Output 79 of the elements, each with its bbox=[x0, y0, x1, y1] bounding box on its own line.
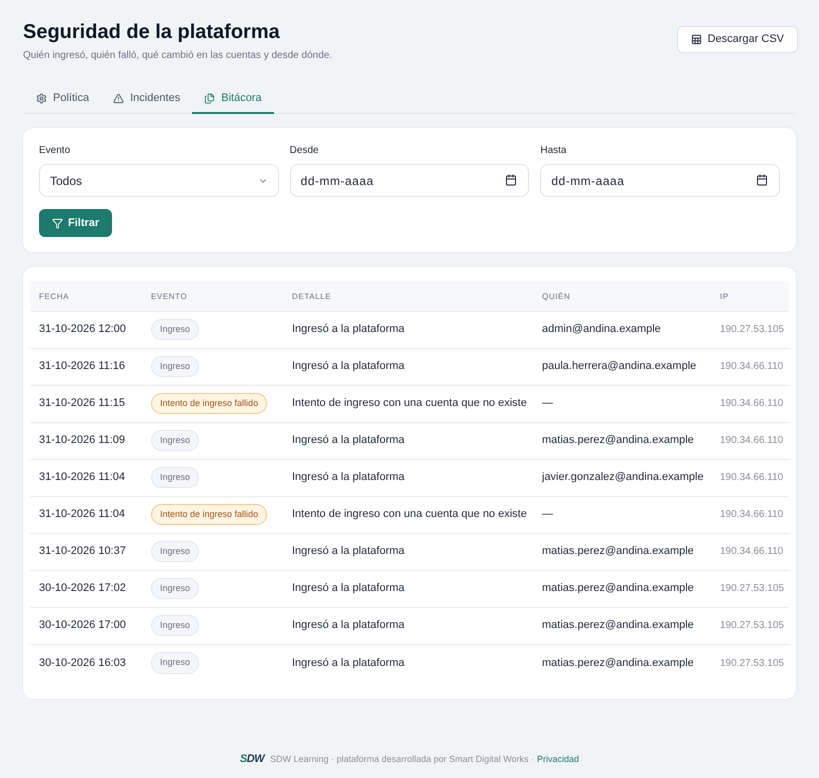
gear-icon bbox=[36, 92, 47, 104]
detail-cell: Ingresó a la plataforma bbox=[292, 323, 405, 336]
user-cell: matias.perez@andina.example bbox=[542, 582, 694, 594]
column-header: EVENTO bbox=[151, 292, 188, 300]
column-header: DETALLE bbox=[292, 292, 332, 300]
footer-text: SDW Learning · plataforma desarrollada por Smart Digital Works · bbox=[270, 752, 534, 766]
calendar-icon bbox=[756, 174, 768, 186]
date-cell: 30-10-2026 17:00 bbox=[39, 619, 126, 632]
table-icon bbox=[690, 34, 702, 45]
user-cell: matias.perez@andina.example bbox=[542, 619, 694, 632]
date-cell: 31-10-2026 11:04 bbox=[39, 471, 126, 484]
user-cell: paula.herrera@andina.example bbox=[542, 360, 696, 372]
column-header: QUIÉN bbox=[542, 292, 570, 300]
detail-cell: Ingresó a la plataforma bbox=[292, 545, 405, 558]
date-cell: 31-10-2026 12:00 bbox=[39, 323, 126, 336]
tab[interactable]: Bitácora bbox=[192, 84, 274, 114]
filter-icon bbox=[52, 218, 63, 228]
event-badge: Ingreso bbox=[151, 356, 200, 378]
warning-triangle-icon bbox=[113, 92, 124, 104]
date-cell: 31-10-2026 11:04 bbox=[39, 508, 126, 520]
field-label: Desde bbox=[290, 144, 319, 158]
date-cell: 31-10-2026 11:15 bbox=[39, 397, 126, 410]
ip-cell: 190.27.53.105 bbox=[720, 583, 784, 594]
filter-button[interactable]: Filtrar bbox=[39, 209, 112, 237]
user-cell: admin@andina.example bbox=[542, 323, 661, 336]
logo: SDW bbox=[240, 752, 264, 767]
ip-cell: 190.34.66.110 bbox=[720, 546, 784, 558]
date-cell: 31-10-2026 11:16 bbox=[39, 360, 126, 372]
event-badge: Intento de ingreso fallido bbox=[151, 504, 268, 526]
field-label: Evento bbox=[39, 144, 70, 158]
select-value: Todos bbox=[50, 172, 82, 190]
date-cell: 30-10-2026 17:02 bbox=[39, 582, 126, 594]
column-header: FECHA bbox=[39, 292, 70, 300]
detail-cell: Ingresó a la plataforma bbox=[292, 656, 405, 668]
event-select[interactable]: Todos bbox=[39, 164, 279, 197]
page-title: Seguridad de la plataforma bbox=[23, 20, 280, 45]
user-cell: matias.perez@andina.example bbox=[542, 434, 694, 446]
event-badge: Ingreso bbox=[151, 578, 200, 600]
user-cell: matias.perez@andina.example bbox=[542, 656, 694, 668]
ip-cell: 190.34.66.110 bbox=[720, 509, 784, 520]
ip-cell: 190.27.53.105 bbox=[720, 658, 784, 668]
ip-cell: 190.27.53.105 bbox=[720, 620, 784, 632]
detail-cell: Ingresó a la plataforma bbox=[292, 471, 405, 484]
date-cell: 30-10-2026 16:03 bbox=[39, 656, 126, 668]
ip-cell: 190.34.66.110 bbox=[720, 472, 784, 484]
event-badge: Ingreso bbox=[151, 430, 200, 452]
detail-cell: Ingresó a la plataforma bbox=[292, 619, 405, 632]
ip-cell: 190.34.66.110 bbox=[720, 398, 784, 410]
event-badge: Ingreso bbox=[151, 614, 200, 636]
download-csv-button[interactable]: Descargar CSV bbox=[676, 26, 798, 53]
calendar-icon bbox=[505, 174, 518, 186]
tab[interactable]: Incidentes bbox=[101, 84, 192, 114]
field-label: Hasta bbox=[540, 144, 566, 158]
event-badge: Ingreso bbox=[151, 540, 200, 562]
date-field[interactable]: dd-mm-aaaa bbox=[540, 164, 780, 197]
event-badge: Intento de ingreso fallido bbox=[151, 392, 268, 414]
ip-cell: 190.34.66.110 bbox=[720, 435, 784, 446]
user-cell: — bbox=[542, 508, 553, 520]
page-subtitle: Quién ingresó, quién falló, qué cambió en las cuentas y desde dónde. bbox=[23, 49, 332, 63]
tab[interactable]: Política bbox=[24, 84, 102, 114]
event-badge: Ingreso bbox=[151, 652, 200, 674]
ip-cell: 190.34.66.110 bbox=[720, 361, 784, 372]
detail-cell: Intento de ingreso con una cuenta que no existe bbox=[292, 508, 527, 520]
detail-cell: Ingresó a la plataforma bbox=[292, 582, 405, 594]
user-cell: matias.perez@andina.example bbox=[542, 545, 694, 558]
user-cell: — bbox=[542, 397, 553, 410]
event-badge: Ingreso bbox=[151, 466, 200, 488]
column-header: IP bbox=[720, 292, 729, 300]
user-cell: javier.gonzalez@andina.example bbox=[542, 471, 704, 484]
documents-icon bbox=[204, 92, 216, 104]
date-cell: 31-10-2026 11:09 bbox=[39, 434, 126, 446]
privacy-link[interactable]: Privacidad bbox=[537, 752, 580, 766]
date-cell: 31-10-2026 10:37 bbox=[39, 545, 126, 558]
ip-cell: 190.27.53.105 bbox=[720, 324, 784, 336]
date-field[interactable]: dd-mm-aaaa bbox=[290, 164, 530, 197]
event-badge: Ingreso bbox=[151, 318, 200, 340]
detail-cell: Intento de ingreso con una cuenta que no existe bbox=[292, 397, 527, 410]
detail-cell: Ingresó a la plataforma bbox=[292, 360, 405, 372]
detail-cell: Ingresó a la plataforma bbox=[292, 434, 405, 446]
